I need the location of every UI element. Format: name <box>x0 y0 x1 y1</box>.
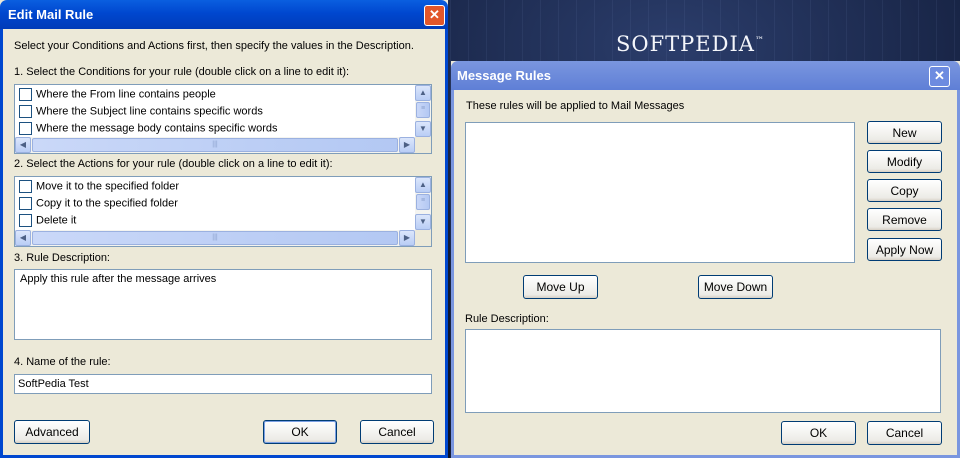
modify-rule-button[interactable]: Modify <box>867 150 942 173</box>
rule-name-label: 4. Name of the rule: <box>14 356 111 368</box>
action-label: Move it to the specified folder <box>36 180 180 193</box>
scroll-down-icon[interactable]: ▼ <box>415 214 431 230</box>
condition-checkbox[interactable] <box>19 88 32 101</box>
message-rules-titlebar[interactable]: Message Rules ✕ <box>451 61 960 90</box>
action-row[interactable]: Delete it <box>19 214 76 231</box>
conditions-label: 1. Select the Conditions for your rule (… <box>14 66 350 78</box>
actions-vertical-scrollbar[interactable]: ▲ ≡ ▼ <box>415 177 431 230</box>
actions-horizontal-scrollbar[interactable]: ◀ ||| ▶ <box>15 230 415 246</box>
condition-checkbox[interactable] <box>19 105 32 118</box>
condition-label: Where the Subject line contains specific… <box>36 105 263 118</box>
scroll-right-icon[interactable]: ▶ <box>399 137 415 153</box>
scroll-up-icon[interactable]: ▲ <box>415 85 431 101</box>
edit-rule-titlebar[interactable]: Edit Mail Rule ✕ <box>0 0 448 29</box>
action-checkbox[interactable] <box>19 197 32 210</box>
action-label: Delete it <box>36 214 77 227</box>
message-rules-title: Message Rules <box>457 68 551 83</box>
move-up-button[interactable]: Move Up <box>523 275 598 299</box>
message-rules-cancel-button[interactable]: Cancel <box>867 421 942 445</box>
remove-rule-button[interactable]: Remove <box>867 208 942 231</box>
scroll-thumb[interactable]: ≡ <box>416 194 430 210</box>
action-checkbox[interactable] <box>19 214 32 227</box>
scroll-left-icon[interactable]: ◀ <box>15 137 31 153</box>
action-label: Copy it to the specified folder <box>36 197 178 210</box>
move-down-button[interactable]: Move Down <box>698 275 773 299</box>
close-icon[interactable]: ✕ <box>929 66 950 87</box>
scroll-left-icon[interactable]: ◀ <box>15 230 31 246</box>
advanced-button[interactable]: Advanced <box>14 420 90 444</box>
scroll-thumb[interactable]: ||| <box>32 138 398 152</box>
rules-list-label: These rules will be applied to Mail Mess… <box>466 100 685 112</box>
rule-description-box[interactable]: Apply this rule after the message arrive… <box>14 269 432 340</box>
actions-label: 2. Select the Actions for your rule (dou… <box>14 158 333 170</box>
edit-rule-intro: Select your Conditions and Actions first… <box>14 40 414 52</box>
conditions-vertical-scrollbar[interactable]: ▲ ≡ ▼ <box>415 85 431 137</box>
action-row[interactable]: Copy it to the specified folder <box>19 197 178 214</box>
condition-label: Where the message body contains specific… <box>36 122 278 135</box>
message-rules-window: Message Rules ✕ These rules will be appl… <box>451 61 960 458</box>
edit-rule-title: Edit Mail Rule <box>8 7 94 22</box>
conditions-horizontal-scrollbar[interactable]: ◀ ||| ▶ <box>15 137 415 153</box>
condition-checkbox[interactable] <box>19 122 32 135</box>
action-checkbox[interactable] <box>19 180 32 193</box>
message-rules-ok-button[interactable]: OK <box>781 421 856 445</box>
rule-name-value: SoftPedia Test <box>18 378 89 390</box>
message-rules-description-box[interactable] <box>465 329 941 413</box>
scroll-thumb[interactable]: ||| <box>32 231 398 245</box>
scroll-right-icon[interactable]: ▶ <box>399 230 415 246</box>
scroll-thumb[interactable]: ≡ <box>416 102 430 118</box>
copy-rule-button[interactable]: Copy <box>867 179 942 202</box>
edit-mail-rule-window: Edit Mail Rule ✕ Select your Conditions … <box>0 0 448 458</box>
rules-list[interactable] <box>465 122 855 263</box>
message-rules-description-label: Rule Description: <box>465 313 549 325</box>
close-icon[interactable]: ✕ <box>424 5 445 26</box>
scrollbar-corner <box>415 137 431 153</box>
rule-name-field[interactable]: SoftPedia Test <box>14 374 432 394</box>
apply-now-button[interactable]: Apply Now <box>867 238 942 261</box>
ok-button[interactable]: OK <box>263 420 337 444</box>
actions-list[interactable]: Move it to the specified folder Copy it … <box>14 176 432 247</box>
rule-description-text: Apply this rule after the message arrive… <box>20 273 217 285</box>
condition-row[interactable]: Where the Subject line contains specific… <box>19 105 263 122</box>
softpedia-logo: SOFTPEDIA™ <box>616 32 765 56</box>
description-label: 3. Rule Description: <box>14 252 110 264</box>
cancel-button[interactable]: Cancel <box>360 420 434 444</box>
scrollbar-corner <box>415 230 431 246</box>
action-row[interactable]: Move it to the specified folder <box>19 180 179 197</box>
condition-row[interactable]: Where the From line contains people <box>19 88 216 105</box>
conditions-list[interactable]: Where the From line contains people Wher… <box>14 84 432 154</box>
scroll-up-icon[interactable]: ▲ <box>415 177 431 193</box>
condition-label: Where the From line contains people <box>36 88 216 101</box>
new-rule-button[interactable]: New <box>867 121 942 144</box>
scroll-down-icon[interactable]: ▼ <box>415 121 431 137</box>
